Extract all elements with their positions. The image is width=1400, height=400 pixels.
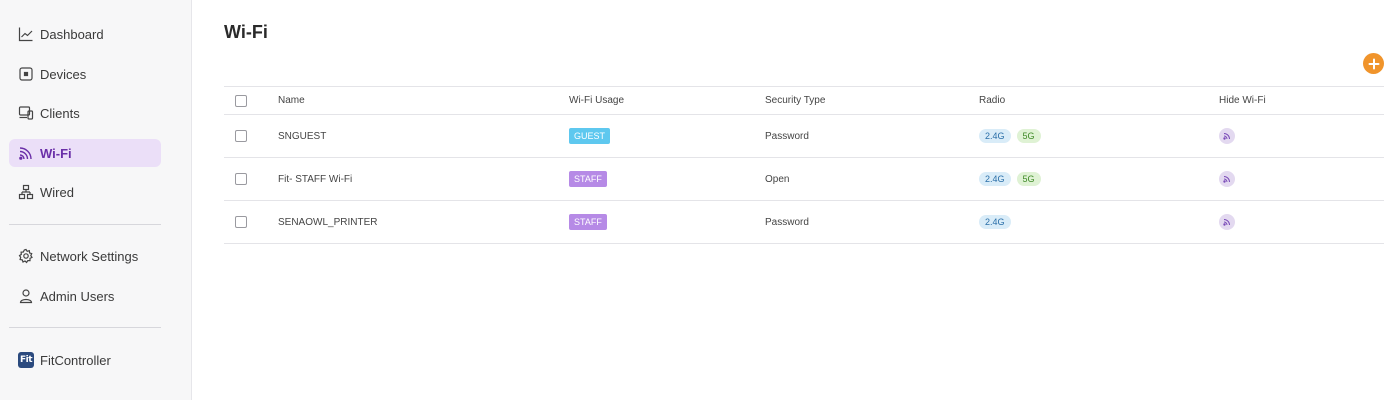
wifi-icon [1223, 176, 1230, 183]
column-header-name[interactable]: Name [278, 87, 305, 114]
hide-wifi-toggle[interactable] [1219, 214, 1235, 230]
security-type: Password [765, 130, 809, 142]
add-wifi-button[interactable] [1363, 53, 1384, 74]
wifi-icon [1223, 219, 1230, 226]
sidebar-item-label: Network Settings [40, 248, 139, 264]
column-header-hide[interactable]: Hide Wi-Fi [1219, 87, 1266, 114]
sidebar-item-network-settings[interactable]: Network Settings [9, 242, 161, 270]
wifi-name: SENAOWL_PRINTER [278, 216, 378, 228]
sidebar-item-label: Dashboard [40, 26, 104, 42]
column-header-security[interactable]: Security Type [765, 87, 825, 114]
clients-icon [18, 105, 34, 121]
sidebar: Dashboard Devices Clients Wi-Fi Wired Ne… [0, 0, 192, 400]
sidebar-item-dashboard[interactable]: Dashboard [9, 20, 161, 48]
security-type: Password [765, 216, 809, 228]
usage-badge: STAFF [569, 171, 607, 187]
hide-wifi-toggle[interactable] [1219, 128, 1235, 144]
sidebar-item-admin-users[interactable]: Admin Users [9, 282, 161, 310]
sidebar-item-clients[interactable]: Clients [9, 99, 161, 127]
user-icon [18, 288, 34, 304]
wifi-icon [1223, 133, 1230, 140]
column-header-radio[interactable]: Radio [979, 87, 1005, 114]
usage-badge: STAFF [569, 214, 607, 230]
network-icon [18, 184, 34, 200]
table-row[interactable]: Fit- STAFF Wi-Fi STAFF Open 2.4G 5G [224, 158, 1384, 201]
sidebar-divider [9, 327, 161, 328]
radio-24g-badge: 2.4G [979, 215, 1011, 229]
table-header-row: Name Wi-Fi Usage Security Type Radio Hid… [224, 86, 1384, 115]
sidebar-item-devices[interactable]: Devices [9, 60, 161, 88]
select-all-checkbox[interactable] [235, 94, 247, 107]
radio-24g-badge: 2.4G [979, 172, 1011, 186]
sidebar-item-label: Wired [40, 184, 74, 200]
wifi-name: SNGUEST [278, 130, 327, 142]
sidebar-divider [9, 224, 161, 225]
row-checkbox[interactable] [235, 216, 247, 228]
table-row[interactable]: SENAOWL_PRINTER STAFF Password 2.4G [224, 201, 1384, 244]
radio-5g-badge: 5G [1016, 129, 1041, 143]
column-header-usage[interactable]: Wi-Fi Usage [569, 87, 624, 114]
table-row[interactable]: SNGUEST GUEST Password 2.4G 5G [224, 115, 1384, 158]
radio-24g-badge: 2.4G [979, 129, 1011, 143]
usage-badge: GUEST [569, 128, 611, 144]
wifi-name: Fit- STAFF Wi-Fi [278, 173, 353, 185]
sidebar-item-label: Clients [40, 105, 80, 121]
sidebar-item-wired[interactable]: Wired [9, 178, 161, 206]
security-type: Open [765, 173, 790, 185]
sidebar-item-label: FitController [40, 352, 111, 368]
fitcontroller-logo: Fit [18, 352, 34, 368]
sidebar-item-wifi[interactable]: Wi-Fi [9, 139, 161, 167]
hide-wifi-toggle[interactable] [1219, 171, 1235, 187]
radio-5g-badge: 5G [1016, 172, 1041, 186]
wifi-icon [18, 145, 34, 161]
gear-icon [18, 248, 34, 264]
sidebar-item-label: Wi-Fi [40, 145, 72, 161]
sidebar-item-label: Devices [40, 66, 87, 82]
wifi-table: Name Wi-Fi Usage Security Type Radio Hid… [224, 86, 1384, 244]
chart-line-icon [18, 26, 34, 42]
device-icon [18, 66, 34, 82]
sidebar-item-label: Admin Users [40, 288, 115, 304]
row-checkbox[interactable] [235, 130, 247, 142]
plus-icon [1368, 58, 1379, 69]
row-checkbox[interactable] [235, 173, 247, 185]
page-title: Wi-Fi [224, 22, 268, 42]
fitcontroller-logo-icon: Fit [18, 352, 34, 368]
sidebar-item-fitcontroller[interactable]: Fit FitController [9, 346, 161, 374]
